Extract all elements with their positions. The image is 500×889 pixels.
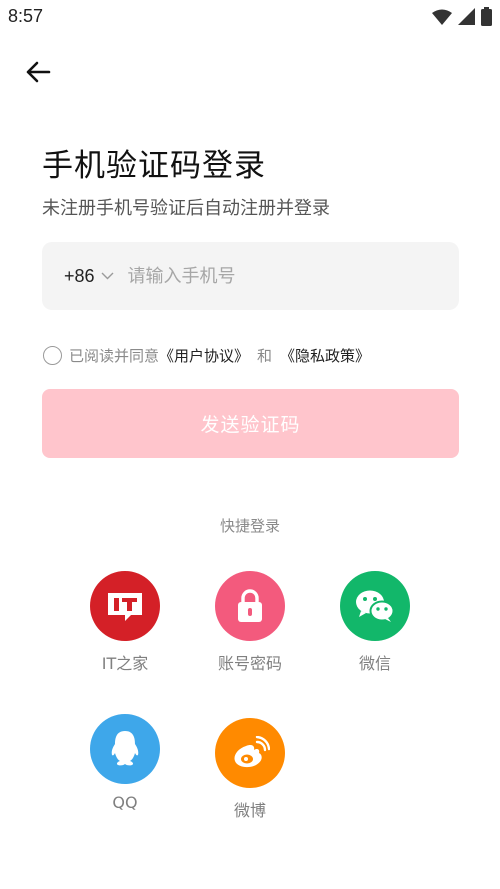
quick-login-label: 快捷登录 bbox=[219, 517, 280, 535]
login-option-label: QQ bbox=[112, 793, 138, 812]
send-code-button[interactable]: 发送验证码 bbox=[42, 389, 459, 458]
status-time: 8:57 bbox=[8, 6, 44, 26]
ithome-icon bbox=[90, 571, 160, 641]
login-option-ithome[interactable]: IT之家 bbox=[75, 571, 175, 674]
lock-icon bbox=[215, 571, 285, 641]
country-code-selector[interactable]: +86 bbox=[64, 266, 114, 287]
page-subtitle: 未注册手机号验证后自动注册并登录 bbox=[42, 198, 330, 219]
login-option-password[interactable]: 账号密码 bbox=[200, 571, 300, 674]
login-option-label: 微信 bbox=[358, 654, 391, 673]
agreement-checkbox[interactable] bbox=[43, 346, 62, 365]
login-option-qq[interactable]: QQ bbox=[75, 714, 175, 812]
cellular-signal-icon bbox=[458, 8, 475, 25]
chevron-down-icon bbox=[101, 272, 114, 280]
login-option-label: IT之家 bbox=[101, 654, 149, 673]
phone-number-input[interactable] bbox=[127, 265, 408, 287]
agreement-prefix: 已阅读并同意 bbox=[69, 347, 160, 365]
back-button[interactable] bbox=[22, 56, 54, 88]
user-agreement-link[interactable]: 《用户协议》 bbox=[159, 345, 249, 366]
send-code-label: 发送验证码 bbox=[200, 414, 301, 436]
status-icons bbox=[432, 7, 492, 26]
status-bar: 8:57 bbox=[0, 0, 500, 34]
privacy-policy-link[interactable]: 《隐私政策》 bbox=[280, 345, 370, 366]
login-option-label: 微博 bbox=[233, 801, 266, 820]
qq-icon bbox=[90, 714, 160, 784]
page-title: 手机验证码登录 bbox=[42, 148, 266, 184]
agreement-row: 已阅读并同意 《用户协议》 和 《隐私政策》 bbox=[43, 345, 370, 366]
login-option-weibo[interactable]: 微博 bbox=[200, 718, 300, 821]
country-code-value: +86 bbox=[64, 265, 95, 286]
arrow-left-icon bbox=[26, 61, 51, 83]
login-option-wechat[interactable]: 微信 bbox=[325, 571, 425, 674]
agreement-and-text: 和 bbox=[257, 347, 273, 365]
phone-input-box: +86 bbox=[42, 242, 459, 310]
login-option-label: 账号密码 bbox=[217, 654, 282, 673]
battery-icon bbox=[481, 7, 492, 26]
weibo-icon bbox=[215, 718, 285, 788]
wechat-icon bbox=[340, 571, 410, 641]
wifi-icon bbox=[432, 9, 452, 25]
